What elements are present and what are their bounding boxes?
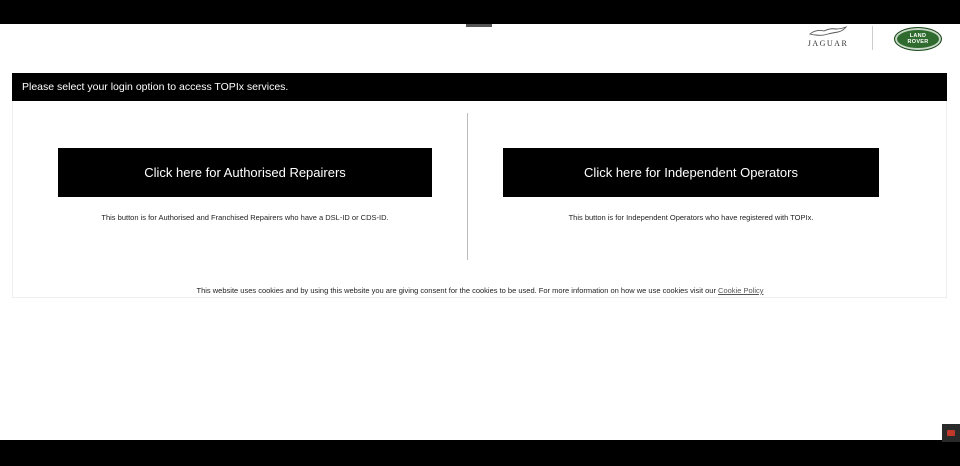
login-options-panel: Click here for Authorised Repairers This… [12,101,947,298]
login-prompt-banner: Please select your login option to acces… [12,73,947,101]
cookie-notice: This website uses cookies and by using t… [0,286,960,295]
independent-operators-button[interactable]: Click here for Independent Operators [503,148,879,197]
jaguar-leaper-icon [809,26,848,36]
topix-login-page: JAGUAR LAND ROVER Please select your log… [0,24,960,440]
cookie-policy-link[interactable]: Cookie Policy [718,286,763,295]
folder-icon[interactable] [942,424,960,442]
jaguar-wordmark: JAGUAR [807,39,849,48]
brand-divider [872,26,873,50]
land-rover-oval-icon: LAND ROVER [894,27,942,51]
brand-bar: JAGUAR LAND ROVER [0,24,960,72]
options-divider [467,113,468,260]
authorised-repairers-description: This button is for Authorised and Franch… [101,213,389,222]
jaguar-logo: JAGUAR [800,26,856,52]
screen-frame: JAGUAR LAND ROVER Please select your log… [0,0,960,466]
landrover-word-2: ROVER [907,39,929,45]
independent-operators-description: This button is for Independent Operators… [568,213,814,222]
authorised-repairers-button[interactable]: Click here for Authorised Repairers [58,148,432,197]
top-notch [466,24,492,27]
cookie-notice-text: This website uses cookies and by using t… [196,286,716,295]
